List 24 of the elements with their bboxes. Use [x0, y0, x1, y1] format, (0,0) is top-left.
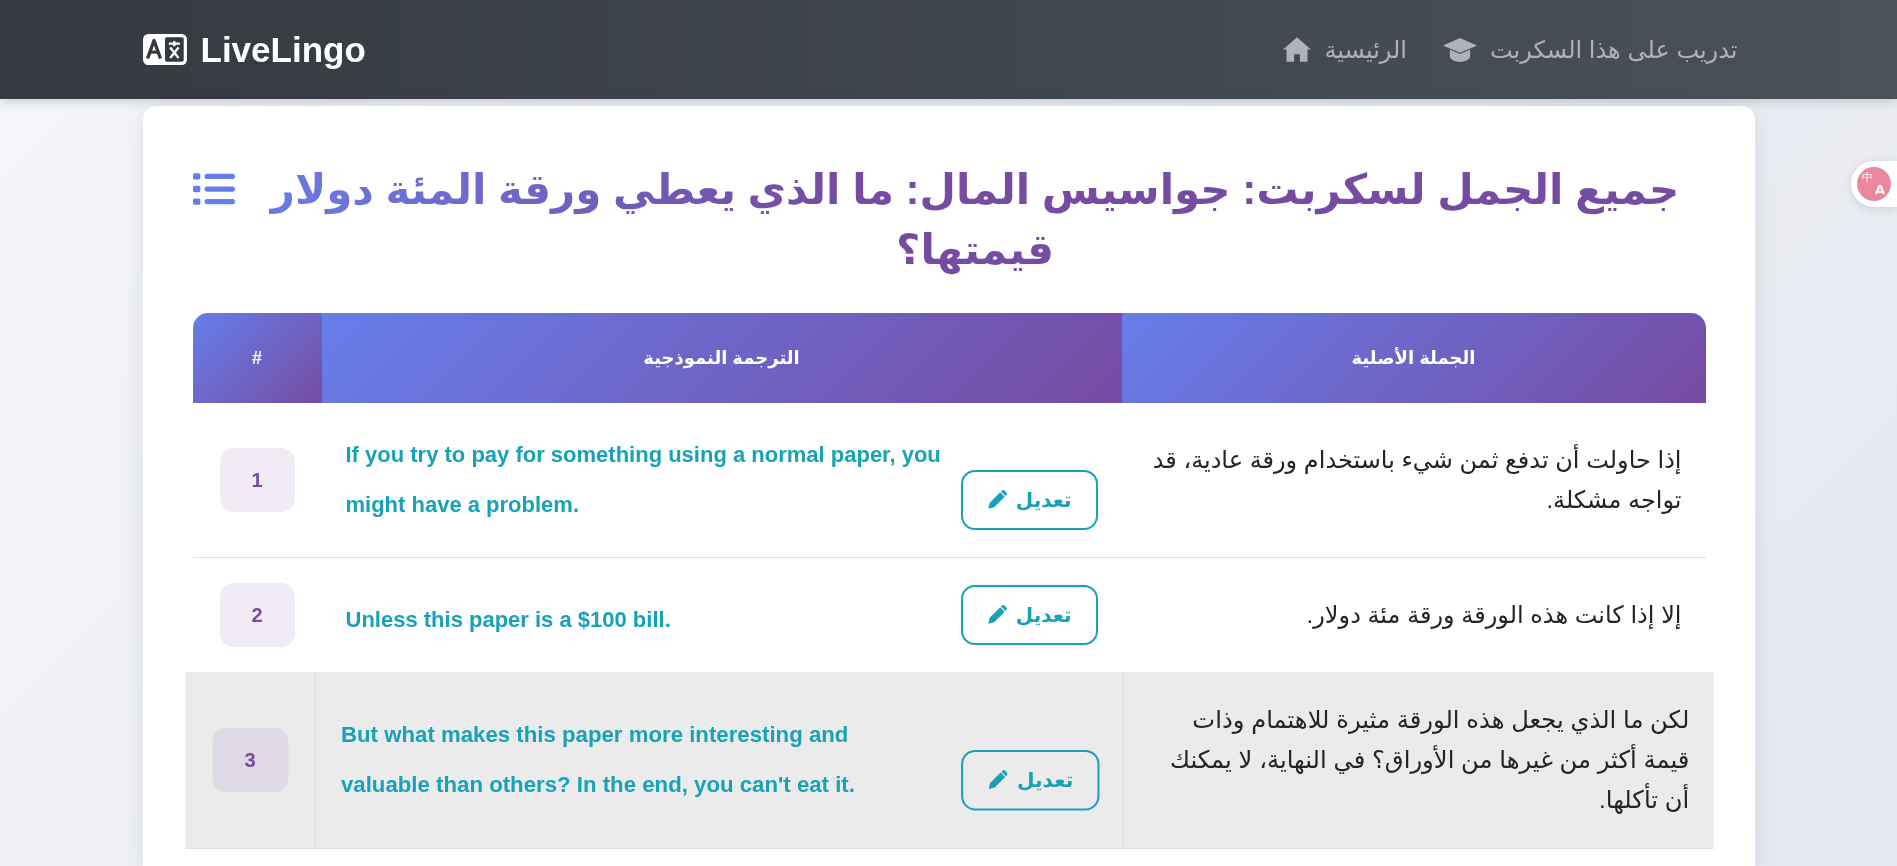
pencil-icon [986, 490, 1007, 510]
pencil-icon [987, 770, 1008, 791]
translation-text: But what makes this paper more interesting and valuable than others? In the end, you can't eat it. [340, 720, 856, 800]
graduation-cap-icon [1443, 37, 1478, 62]
list-icon [192, 172, 235, 206]
column-header: الترجمة النموذجية [321, 313, 1122, 403]
translation-text: If you try to pay for something using a normal paper, you might have a problem. [345, 441, 942, 519]
pencil-icon [986, 605, 1007, 625]
column-header: الجملة الأصلية [1121, 313, 1706, 403]
row-number: 3 [211, 727, 288, 793]
home-icon [1283, 37, 1312, 62]
brand-logo[interactable]: LiveLingo [142, 29, 366, 70]
edit-button[interactable]: تعديل [960, 585, 1098, 645]
column-header: # [192, 313, 322, 403]
nav-link[interactable]: الرئيسية [1283, 35, 1408, 64]
row-number: 2 [219, 583, 295, 647]
row-number: 1 [219, 448, 295, 512]
translation-text: Unless this paper is a $100 bill. [345, 606, 672, 634]
language-icon [142, 34, 187, 65]
nav-link[interactable]: تدريب على هذا السكربت [1443, 35, 1738, 64]
translate-button[interactable]: 中 A [1851, 161, 1897, 207]
edit-button[interactable]: تعديل [960, 749, 1099, 811]
original-sentence: لكن ما الذي يجعل هذه الورقة مثيرة للاهتمام وذات قيمة أكثر من غيرها من الأوراق؟ في النهاية، لا يمكنك أن تأكلها. [1123, 672, 1714, 849]
edit-button[interactable]: تعديل [960, 470, 1098, 530]
